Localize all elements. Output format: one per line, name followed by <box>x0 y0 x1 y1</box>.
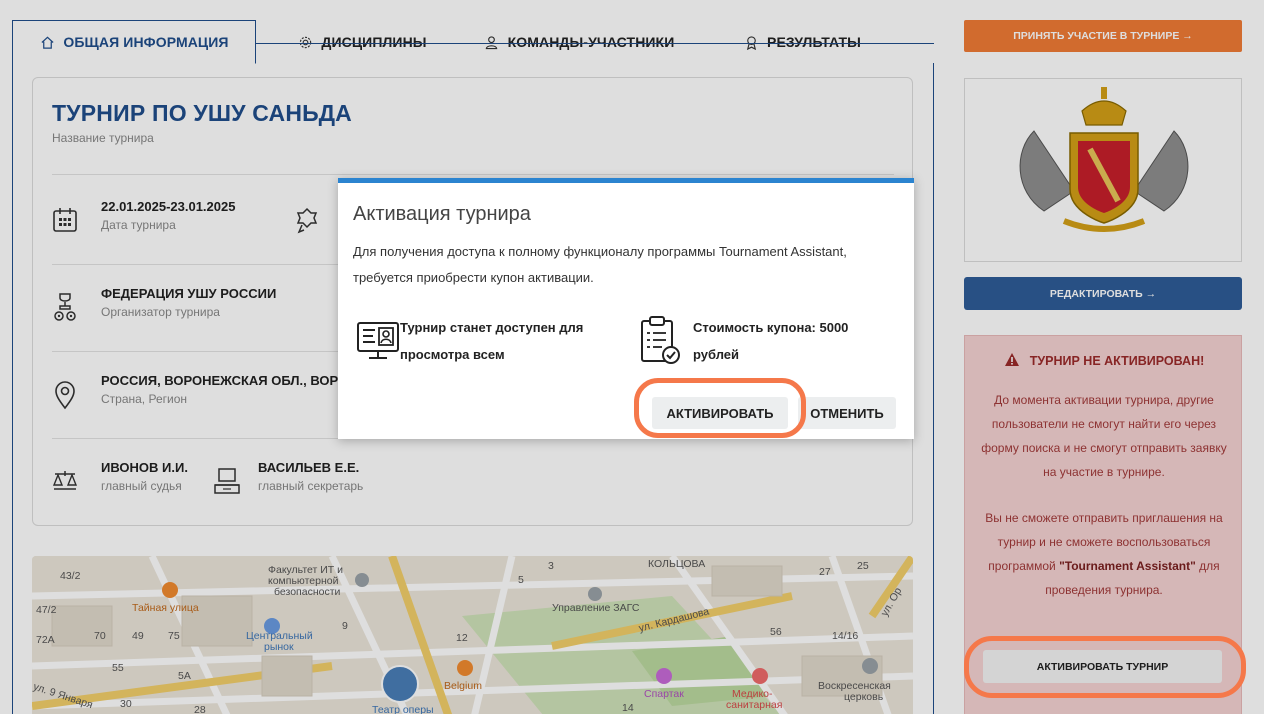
activation-modal: Активация турнира Для получения доступа … <box>338 178 914 439</box>
modal-cancel-button[interactable]: ОТМЕНИТЬ <box>798 397 896 429</box>
modal-title: Активация турнира <box>353 203 531 225</box>
feature-coupon-price: Стоимость купона: 5000 рублей <box>693 320 849 362</box>
clipboard-check-icon <box>637 315 683 364</box>
monitor-user-icon <box>355 319 401 365</box>
modal-activate-button[interactable]: АКТИВИРОВАТЬ <box>652 397 788 429</box>
modal-description: Для получения доступа к полному функцион… <box>353 244 847 285</box>
feature-public-visibility: Турнир станет доступен для просмотра все… <box>400 320 584 362</box>
